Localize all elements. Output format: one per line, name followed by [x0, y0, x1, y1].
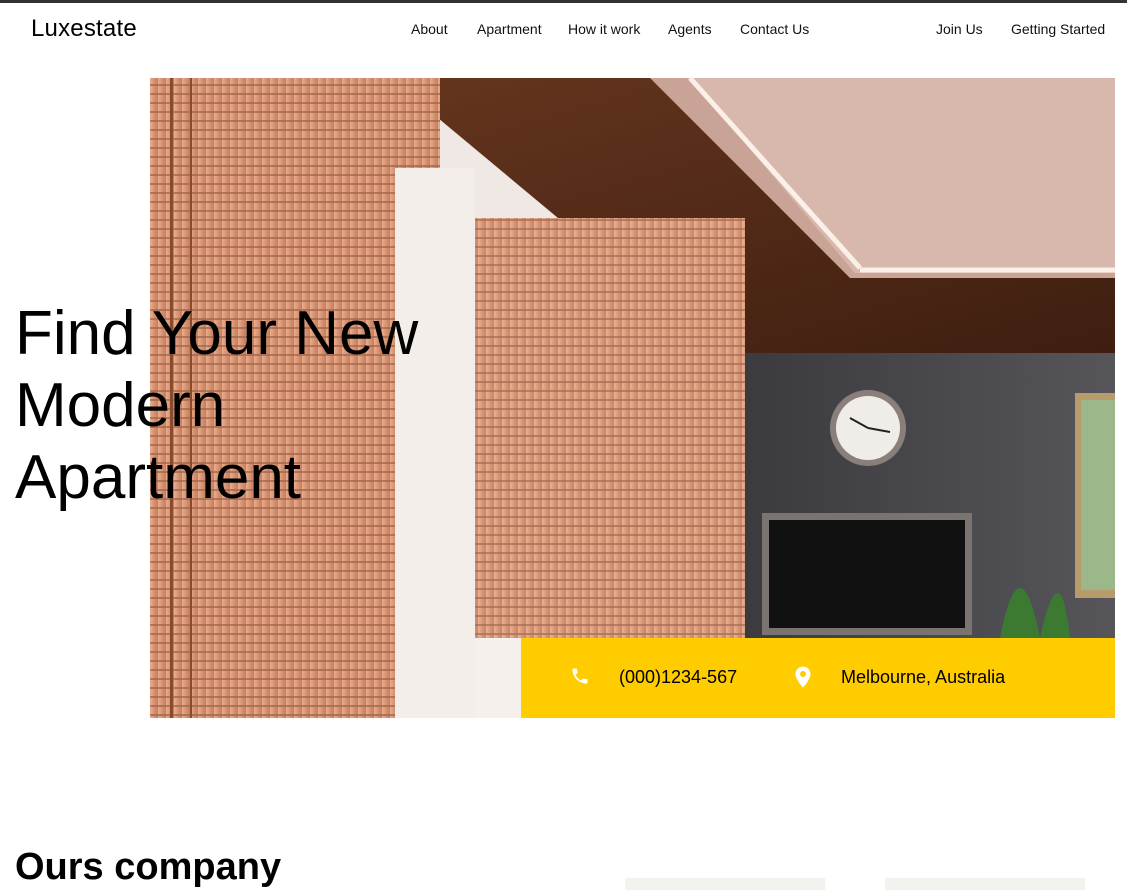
hero-title-line-2: Modern [15, 371, 226, 440]
join-us-link[interactable]: Join Us [936, 21, 983, 37]
company-card [885, 878, 1085, 890]
nav-link-contact-us[interactable]: Contact Us [740, 21, 809, 37]
logo[interactable]: Luxestate [31, 15, 137, 43]
hero-title-line-1: Find Your New [15, 299, 419, 368]
location-text: Melbourne, Australia [841, 667, 1006, 687]
getting-started-link[interactable]: Getting Started [1011, 21, 1105, 37]
contact-bar: (000)1234-567 Melbourne, Australia [521, 638, 1115, 718]
nav-link-apartment[interactable]: Apartment [477, 21, 542, 37]
nav-link-agents[interactable]: Agents [668, 21, 712, 37]
map-pin-icon [794, 666, 812, 693]
company-card [625, 878, 825, 890]
hero-title: Find Your New Modern Apartment [15, 298, 455, 514]
hero-title-line-3: Apartment [15, 443, 302, 512]
section-title-company: Ours company [15, 846, 282, 888]
phone-icon [570, 666, 590, 691]
nav-link-about[interactable]: About [411, 21, 448, 37]
nav-link-how-it-work[interactable]: How it work [568, 21, 640, 37]
phone-number[interactable]: (000)1234-567 [619, 667, 737, 688]
navbar: Luxestate About Apartment How it work Ag… [0, 3, 1127, 53]
